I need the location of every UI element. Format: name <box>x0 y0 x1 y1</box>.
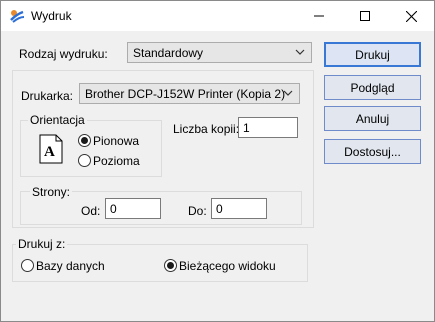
pages-legend: Strony: <box>30 185 73 199</box>
printer-label: Drukarka: <box>21 89 74 103</box>
print-dialog: Wydruk Rodzaj wydruku: Standardowy Druka… <box>0 0 435 322</box>
printer-select[interactable]: Brother DCP-J152W Printer (Kopia 2) <box>79 83 300 104</box>
title-bar[interactable]: Wydruk <box>1 1 434 31</box>
close-icon <box>405 10 417 22</box>
maximize-icon <box>360 11 370 21</box>
orientation-legend: Orientacja <box>28 113 87 127</box>
window-title: Wydruk <box>31 9 72 23</box>
pages-to-label: Do: <box>188 204 207 218</box>
minimize-button[interactable] <box>296 1 342 31</box>
copies-label: Liczba kopii: <box>173 122 240 136</box>
report-type-label: Rodzaj wydruku: <box>19 47 108 61</box>
maximize-button[interactable] <box>342 1 388 31</box>
preview-button[interactable]: Podgląd <box>324 75 421 100</box>
pages-to-value: 0 <box>216 202 223 216</box>
portrait-page-icon: A <box>39 134 63 164</box>
pages-from-label: Od: <box>81 204 101 218</box>
chevron-down-icon <box>283 90 293 96</box>
orientation-portrait-radio[interactable] <box>78 134 91 147</box>
orientation-landscape-label[interactable]: Pozioma <box>93 154 140 168</box>
printer-value: Brother DCP-J152W Printer (Kopia 2) <box>85 87 286 101</box>
print-from-database-label[interactable]: Bazy danych <box>36 259 105 273</box>
orientation-landscape-radio[interactable] <box>78 154 91 167</box>
close-button[interactable] <box>388 1 434 31</box>
print-button[interactable]: Drukuj <box>324 42 421 67</box>
customize-button[interactable]: Dostosuj... <box>324 139 421 164</box>
report-type-select[interactable]: Standardowy <box>127 42 312 63</box>
pages-to-input[interactable]: 0 <box>211 198 267 219</box>
minimize-icon <box>314 15 324 17</box>
pages-from-input[interactable]: 0 <box>105 198 161 219</box>
print-from-database-radio[interactable] <box>21 259 34 272</box>
pages-from-value: 0 <box>110 202 117 216</box>
report-type-value: Standardowy <box>133 46 204 60</box>
svg-text:A: A <box>44 144 55 160</box>
app-icon <box>10 10 25 23</box>
copies-value: 1 <box>243 121 250 135</box>
print-from-legend: Drukuj z: <box>16 237 68 251</box>
cancel-button[interactable]: Anuluj <box>324 106 421 131</box>
orientation-portrait-label[interactable]: Pionowa <box>93 134 139 148</box>
copies-input[interactable]: 1 <box>238 117 298 138</box>
print-from-current-view-radio[interactable] <box>164 259 177 272</box>
print-from-current-view-label[interactable]: Bieżącego widoku <box>179 259 276 273</box>
chevron-down-icon <box>295 49 305 55</box>
